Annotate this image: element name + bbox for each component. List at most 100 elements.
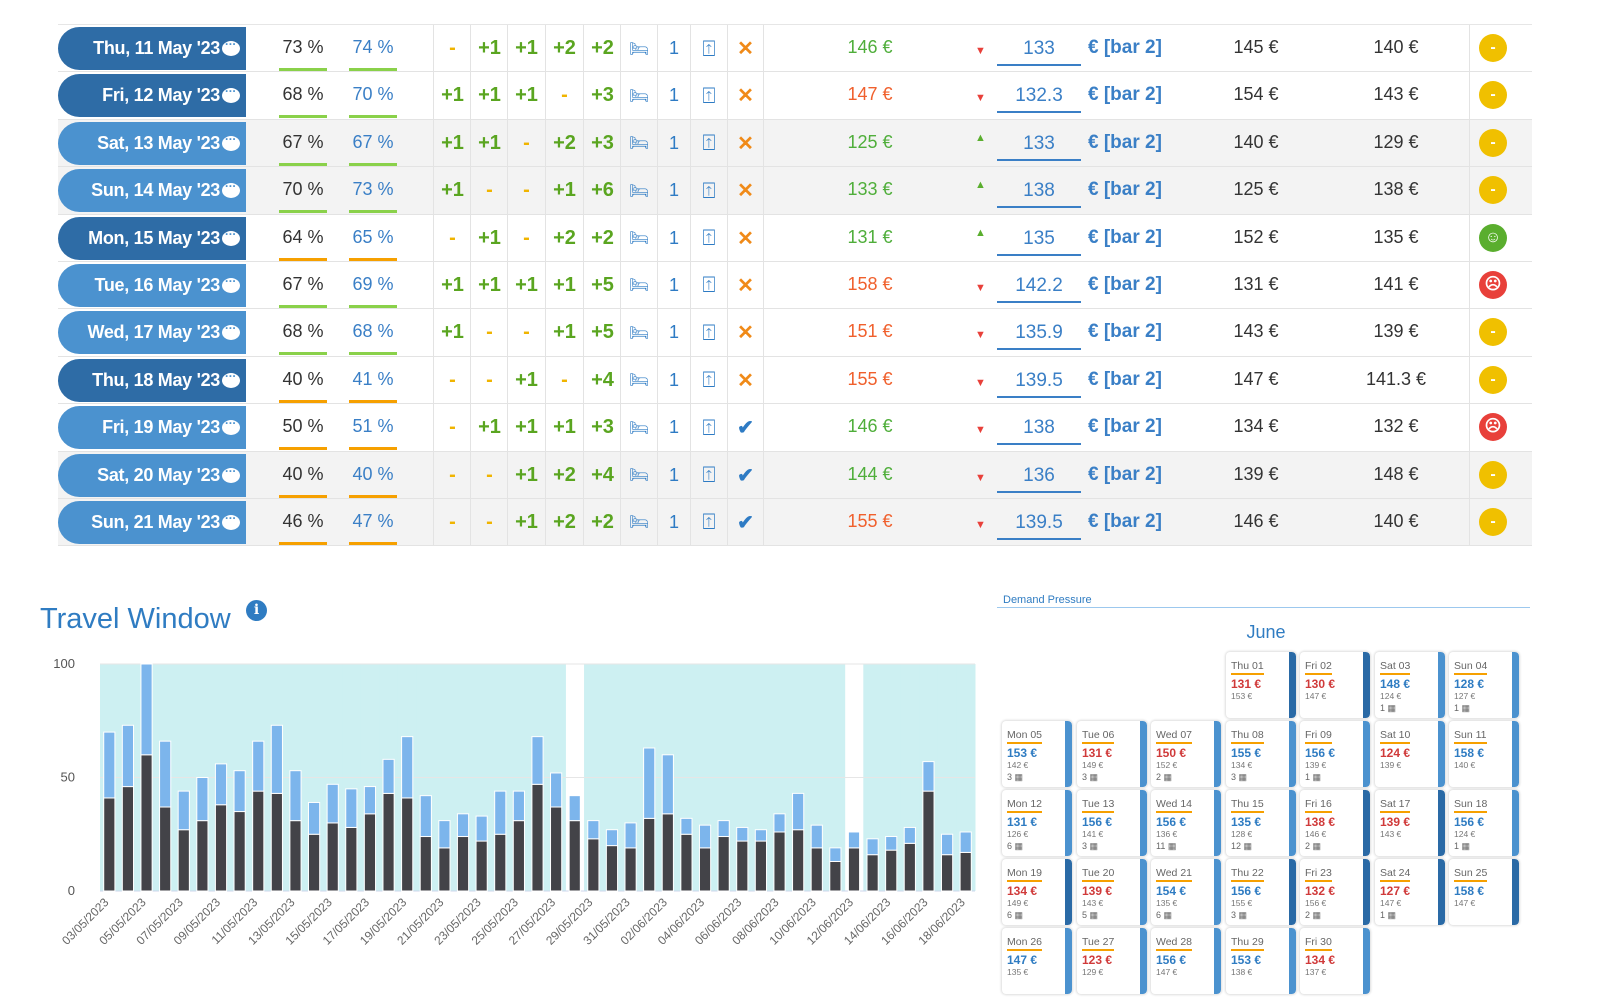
- door-icon[interactable]: ⍐: [690, 25, 727, 72]
- calendar-day-card[interactable]: Sat 24 127 €147 € 1 ▦: [1375, 859, 1445, 925]
- door-icon[interactable]: ⍐: [690, 119, 727, 167]
- door-icon[interactable]: ⍐: [690, 214, 727, 262]
- date-pill[interactable]: Mon, 15 May '23: [58, 216, 246, 260]
- occupancy-value: 73 %: [282, 37, 324, 57]
- rate-input[interactable]: 138: [997, 174, 1081, 209]
- suggested-price: 133 €: [847, 179, 893, 200]
- date-pill[interactable]: Sat, 13 May '23: [58, 121, 246, 165]
- date-pill[interactable]: Wed, 17 May '23: [58, 311, 246, 355]
- close-icon[interactable]: ✕: [727, 167, 763, 215]
- door-icon[interactable]: ⍐: [690, 498, 727, 546]
- date-pill[interactable]: Thu, 11 May '23: [58, 27, 246, 70]
- date-pill[interactable]: Fri, 19 May '23: [58, 406, 246, 450]
- close-icon[interactable]: ✕: [727, 72, 763, 120]
- calendar-day-card[interactable]: Fri 09 156 €139 € 1 ▦: [1300, 721, 1370, 787]
- calendar-day-card[interactable]: Sun 18 156 €124 € 1 ▦: [1449, 790, 1519, 856]
- rate-input[interactable]: 139.5: [997, 364, 1081, 398]
- demand-pressure-label[interactable]: Demand Pressure: [1003, 594, 1092, 606]
- close-icon[interactable]: ✕: [727, 356, 763, 404]
- calendar-day-card[interactable]: Wed 21 154 €135 € 6 ▦: [1151, 859, 1221, 925]
- pickup-cell: +6: [583, 167, 621, 215]
- info-icon[interactable]: i: [246, 600, 267, 621]
- date-pill[interactable]: Sun, 21 May '23: [58, 500, 246, 544]
- comment-icon[interactable]: [222, 37, 240, 56]
- calendar-day-card[interactable]: Tue 20 139 €143 € 5 ▦: [1077, 859, 1147, 925]
- calendar-day-card[interactable]: Fri 02 130 €147 €: [1300, 652, 1370, 718]
- comment-icon[interactable]: [222, 464, 240, 483]
- check-icon[interactable]: ✔: [727, 451, 763, 499]
- close-icon[interactable]: ✕: [727, 309, 763, 357]
- calendar-day-card[interactable]: Mon 26 147 €135 €: [1002, 928, 1072, 994]
- door-icon[interactable]: ⍐: [690, 451, 727, 499]
- rate-suffix: € [bar 2]: [1088, 37, 1162, 58]
- date-pill[interactable]: Fri, 12 May '23: [58, 74, 246, 118]
- comment-icon[interactable]: [222, 274, 240, 293]
- calendar-day-card[interactable]: Fri 30 134 €137 €: [1300, 928, 1370, 994]
- calendar-day-card[interactable]: Mon 12 131 €126 € 6 ▦: [1002, 790, 1072, 856]
- close-icon[interactable]: ✕: [727, 25, 763, 72]
- comment-icon[interactable]: [222, 416, 240, 436]
- calendar-day-card[interactable]: Sun 11 158 €140 €: [1449, 721, 1519, 787]
- check-icon[interactable]: ✔: [727, 498, 763, 546]
- close-icon[interactable]: ✕: [727, 214, 763, 262]
- comment-icon[interactable]: [222, 132, 240, 151]
- check-icon[interactable]: ✔: [727, 404, 763, 452]
- calendar-icon: ▦: [1241, 841, 1253, 851]
- comment-icon[interactable]: [222, 179, 240, 199]
- rate-input[interactable]: 135.9: [997, 316, 1081, 351]
- calendar-day-card[interactable]: Wed 07 150 €152 € 2 ▦: [1151, 721, 1221, 787]
- door-icon[interactable]: ⍐: [690, 356, 727, 404]
- rate-suffix: € [bar 2]: [1088, 321, 1162, 343]
- close-icon[interactable]: ✕: [727, 261, 763, 309]
- suggested-price: 144 €: [847, 463, 893, 484]
- date-pill[interactable]: Tue, 16 May '23: [58, 263, 246, 307]
- calendar-day-card[interactable]: Tue 06 131 €149 € 3 ▦: [1077, 721, 1147, 787]
- door-icon[interactable]: ⍐: [690, 261, 727, 309]
- comment-icon[interactable]: [222, 511, 240, 530]
- calendar-day-card[interactable]: Wed 14 156 €136 € 11 ▦: [1151, 790, 1221, 856]
- calendar-day-card[interactable]: Sat 10 124 €139 €: [1375, 721, 1445, 787]
- calendar-day-card[interactable]: Thu 01 131 €153 €: [1226, 652, 1296, 718]
- calendar-day-card[interactable]: Sun 04 128 €127 € 1 ▦: [1449, 652, 1519, 718]
- calendar-day-card[interactable]: Fri 16 138 €146 € 2 ▦: [1300, 790, 1370, 856]
- door-icon[interactable]: ⍐: [690, 72, 727, 120]
- door-icon[interactable]: ⍐: [690, 404, 727, 452]
- rate-input[interactable]: 133: [997, 127, 1081, 161]
- date-pill[interactable]: Sun, 14 May '23: [58, 169, 246, 213]
- rate-input[interactable]: 133: [997, 32, 1081, 66]
- calendar-day-card[interactable]: Tue 27 123 €129 €: [1077, 928, 1147, 994]
- rate-input[interactable]: 132.3: [997, 79, 1081, 114]
- comment-icon[interactable]: [222, 369, 240, 388]
- calendar-day-card[interactable]: Sun 25 158 €147 €: [1449, 859, 1519, 925]
- calendar-day-card[interactable]: Thu 15 135 €128 € 12 ▦: [1226, 790, 1296, 856]
- close-icon[interactable]: ✕: [727, 119, 763, 167]
- calendar-day-card[interactable]: Tue 13 156 €141 € 3 ▦: [1077, 790, 1147, 856]
- calendar-month-title: June: [1246, 622, 1286, 642]
- door-icon[interactable]: ⍐: [690, 167, 727, 215]
- rate-input[interactable]: 142.2: [997, 269, 1081, 303]
- calendar-day-card[interactable]: Sat 03 148 €124 € 1 ▦: [1375, 652, 1445, 718]
- calendar-day-card[interactable]: Sat 17 139 €143 €: [1375, 790, 1445, 856]
- pickup-cell: +2: [545, 119, 583, 167]
- comment-icon[interactable]: [222, 227, 240, 246]
- comment-icon[interactable]: [222, 84, 240, 104]
- calendar-day-card[interactable]: Fri 23 132 €156 € 2 ▦: [1300, 859, 1370, 925]
- calendar-day-card[interactable]: Wed 28 156 €147 €: [1151, 928, 1221, 994]
- date-pill[interactable]: Thu, 18 May '23: [58, 358, 246, 402]
- occupancy-value: 40 %: [282, 368, 324, 389]
- calendar-day-card[interactable]: Mon 19 134 €149 € 6 ▦: [1002, 859, 1072, 925]
- rate-input[interactable]: 139.5: [997, 506, 1081, 540]
- rate-input[interactable]: 136: [997, 459, 1081, 493]
- calendar-day-card[interactable]: Thu 22 156 €155 € 3 ▦: [1226, 859, 1296, 925]
- calendar-day-card[interactable]: Mon 05 153 €142 € 3 ▦: [1002, 721, 1072, 787]
- comment-icon[interactable]: [222, 321, 240, 341]
- rate-input[interactable]: 138: [997, 411, 1081, 446]
- occupancy-value: 65 %: [352, 226, 394, 247]
- door-icon[interactable]: ⍐: [690, 309, 727, 357]
- calendar-day-card[interactable]: Thu 08 155 €134 € 3 ▦: [1226, 721, 1296, 787]
- calendar-day-card[interactable]: Thu 29 153 €138 €: [1226, 928, 1296, 994]
- date-pill[interactable]: Sat, 20 May '23: [58, 453, 246, 497]
- occupancy-bar: [279, 257, 327, 261]
- bar-additional: [717, 820, 730, 838]
- rate-input[interactable]: 135: [997, 222, 1081, 256]
